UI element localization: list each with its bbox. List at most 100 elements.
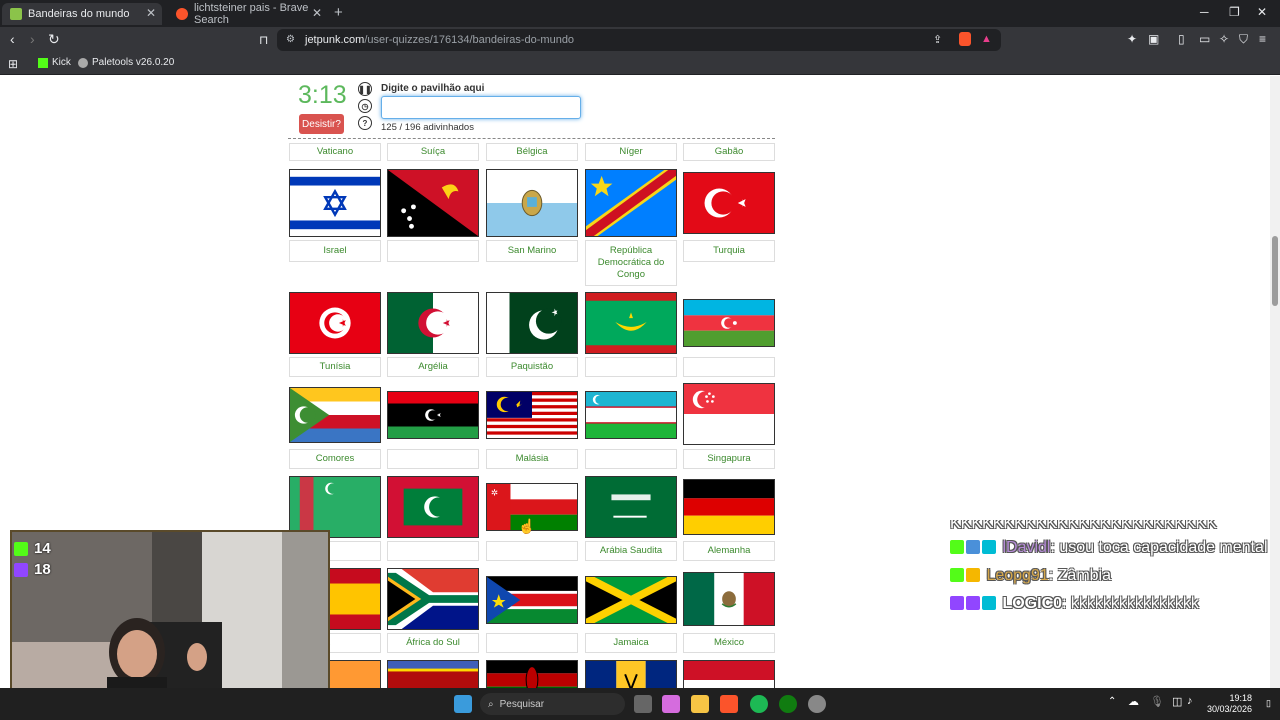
clock-date: 30/03/2026 bbox=[1206, 704, 1252, 714]
answer-cell: África do Sul bbox=[387, 633, 479, 653]
answer-cell: Gabão bbox=[683, 143, 775, 161]
brave-shields-icon[interactable] bbox=[959, 32, 971, 46]
chat-username: lDavidl bbox=[1002, 539, 1051, 556]
give-up-button[interactable]: Desistir? bbox=[299, 114, 344, 134]
clock-time: 19:18 bbox=[1229, 693, 1252, 703]
tray-overflow-icon[interactable]: ⌃ bbox=[1108, 696, 1116, 707]
answer-cell bbox=[585, 357, 677, 377]
url-path: /user-quizzes/176134/bandeiras-do-mundo bbox=[364, 34, 575, 46]
vpn-icon[interactable]: ⛉ bbox=[1239, 32, 1248, 47]
browser-toolbar: ‹ › ↻ ⊓ ⚙ jetpunk.com/user-quizzes/17613… bbox=[0, 27, 1280, 53]
answer-cell: Israel bbox=[289, 240, 381, 262]
flag-israel bbox=[289, 169, 381, 237]
bookmark-label: Paletools v26.0.20 bbox=[92, 57, 175, 68]
maximize-icon[interactable]: ❐ bbox=[1229, 5, 1240, 19]
kick-badge-icon bbox=[950, 540, 964, 554]
brave-icon[interactable] bbox=[720, 695, 738, 713]
scrollbar-thumb[interactable] bbox=[1272, 236, 1278, 306]
windows-taskbar: ⌕ Pesquisar ⌃ ☁ 🎙︎ ◫ ♪ 19:18 30/03/2026 ▯ bbox=[0, 688, 1280, 720]
new-tab-icon[interactable]: + bbox=[334, 4, 343, 21]
answer-cell: Níger bbox=[585, 143, 677, 161]
bookmark-paletools[interactable]: Paletools v26.0.20 bbox=[78, 57, 174, 68]
extensions-icon[interactable]: ✦ bbox=[1127, 32, 1137, 46]
answer-cell: Suíça bbox=[387, 143, 479, 161]
tab-brave-search[interactable]: lichtsteiner pais - Brave Search ✕ bbox=[168, 2, 328, 26]
flag-mexico bbox=[683, 572, 775, 626]
obs-icon[interactable] bbox=[808, 695, 826, 713]
kick-viewers: 14 bbox=[14, 540, 51, 557]
menu-icon[interactable]: ≡ bbox=[1259, 32, 1266, 46]
flag-south-africa bbox=[387, 568, 479, 630]
bookmark-icon[interactable]: ⊓ bbox=[259, 33, 268, 47]
wallet-icon[interactable]: ▭ bbox=[1199, 32, 1210, 46]
tab-title: lichtsteiner pais - Brave Search bbox=[194, 2, 309, 26]
taskbar-search[interactable]: ⌕ Pesquisar bbox=[480, 693, 625, 715]
help-icon[interactable]: ? bbox=[358, 116, 372, 130]
jetpunk-favicon-icon bbox=[10, 8, 22, 20]
chat-username: LOGIC0 bbox=[1002, 595, 1063, 612]
back-icon[interactable]: ‹ bbox=[10, 31, 15, 47]
notification-icon[interactable]: ▯ bbox=[1266, 698, 1271, 709]
answer-cell bbox=[387, 541, 479, 561]
page-scrollbar[interactable] bbox=[1270, 76, 1280, 688]
search-icon: ⌕ bbox=[488, 698, 494, 710]
flag-pakistan bbox=[486, 292, 578, 354]
kick-icon bbox=[38, 57, 48, 68]
screen: { "browser": { "tabs": [ {"title": "Band… bbox=[0, 0, 1280, 720]
taskbar-clock[interactable]: 19:18 30/03/2026 bbox=[1207, 693, 1252, 715]
answer-cell: Jamaica bbox=[585, 633, 677, 653]
sidebar-icon[interactable]: ▯ bbox=[1178, 32, 1185, 46]
start-icon[interactable] bbox=[454, 695, 472, 713]
pause-icon[interactable]: ❚❚ bbox=[358, 82, 372, 96]
network-icon[interactable]: ◫ bbox=[1172, 695, 1182, 708]
spotify-icon[interactable] bbox=[750, 695, 768, 713]
media-icon[interactable]: ▣ bbox=[1148, 32, 1159, 46]
address-bar[interactable]: ⚙ jetpunk.com/user-quizzes/176134/bandei… bbox=[277, 29, 1001, 51]
divider bbox=[288, 138, 775, 139]
progress-text: 125 / 196 adivinhados bbox=[381, 122, 474, 133]
answer-cell: Alemanha bbox=[683, 541, 775, 561]
file-explorer-icon[interactable] bbox=[691, 695, 709, 713]
close-window-icon[interactable]: ✕ bbox=[1257, 5, 1267, 19]
quiz-control-icons: ❚❚ ◷ ? bbox=[358, 82, 374, 133]
copilot-icon[interactable] bbox=[662, 695, 680, 713]
leo-ai-icon[interactable]: ✧ bbox=[1219, 32, 1229, 46]
tab-bandeiras[interactable]: Bandeiras do mundo ✕ bbox=[2, 3, 162, 25]
twitch-badge-icon bbox=[950, 596, 964, 610]
answer-cell: Bélgica bbox=[486, 143, 578, 161]
tab-title: Bandeiras do mundo bbox=[28, 8, 130, 20]
flag-uzbekistan bbox=[585, 391, 677, 439]
kick-icon bbox=[14, 541, 28, 556]
chat-message: Leopg91: Zâmbia bbox=[950, 562, 1270, 590]
flag-jamaica bbox=[585, 576, 677, 624]
answer-cell: Comores bbox=[289, 449, 381, 469]
stream-chat-overlay: KKKKKKKKKKKKKKKKKKKKKKKKK lDavidl: usou … bbox=[950, 520, 1270, 618]
clock-icon[interactable]: ◷ bbox=[358, 99, 372, 113]
flag-tunisia bbox=[289, 292, 381, 354]
brave-rewards-icon[interactable]: ▲ bbox=[981, 33, 992, 45]
site-info-icon[interactable]: ⚙ bbox=[286, 34, 295, 45]
close-tab-icon[interactable]: ✕ bbox=[312, 6, 322, 20]
flag-kenya bbox=[486, 660, 578, 688]
reload-icon[interactable]: ↻ bbox=[48, 31, 60, 48]
bookmark-kick[interactable]: Kick bbox=[38, 57, 71, 68]
share-icon[interactable]: ⇪ bbox=[933, 33, 942, 46]
mic-icon[interactable]: 🎙︎ bbox=[1150, 695, 1164, 708]
answer-input[interactable] bbox=[381, 96, 581, 119]
apps-grid-icon[interactable]: ⊞ bbox=[8, 57, 18, 71]
kick-viewer-count: 14 bbox=[34, 540, 51, 557]
onedrive-icon[interactable]: ☁ bbox=[1128, 695, 1139, 708]
answer-cell bbox=[387, 449, 479, 469]
minimize-icon[interactable]: ─ bbox=[1200, 5, 1209, 19]
close-tab-icon[interactable]: ✕ bbox=[146, 6, 156, 20]
answer-cell: Tunísia bbox=[289, 357, 381, 377]
forward-icon[interactable]: › bbox=[30, 31, 35, 47]
volume-icon[interactable]: ♪ bbox=[1187, 695, 1193, 707]
crown-badge-icon bbox=[982, 596, 996, 610]
task-view-icon[interactable] bbox=[634, 695, 652, 713]
chat-text: : usou toca capacidade mental bbox=[1050, 539, 1268, 556]
chat-text: : Zâmbia bbox=[1048, 567, 1111, 584]
answer-cell: Singapura bbox=[683, 449, 775, 469]
xbox-icon[interactable] bbox=[779, 695, 797, 713]
flag-comoros bbox=[289, 387, 381, 443]
